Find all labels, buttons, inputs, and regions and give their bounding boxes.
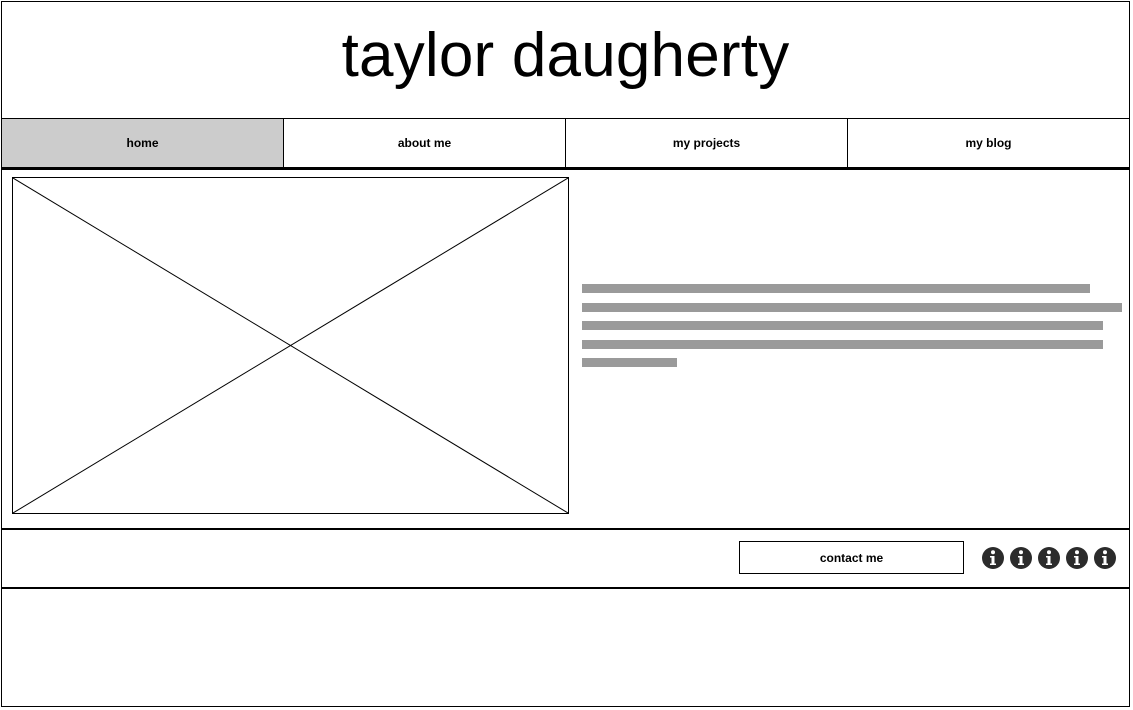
nav-item-home[interactable]: home xyxy=(2,119,284,167)
contact-me-button[interactable]: contact me xyxy=(739,541,964,574)
nav-item-my-blog[interactable]: my blog xyxy=(848,119,1130,167)
image-placeholder-x-icon xyxy=(13,178,568,513)
nav-item-about-me[interactable]: about me xyxy=(284,119,566,167)
text-placeholder-line xyxy=(582,339,1104,349)
info-icon[interactable] xyxy=(1094,547,1116,569)
info-icon[interactable] xyxy=(1010,547,1032,569)
text-placeholder-block xyxy=(582,284,1122,377)
footer-bar: contact me xyxy=(2,530,1129,589)
site-header: taylor daugherty xyxy=(2,2,1129,118)
text-placeholder-line xyxy=(582,321,1104,330)
info-icon[interactable] xyxy=(982,547,1004,569)
page-frame: taylor daugherty home about me my projec… xyxy=(1,1,1130,707)
social-icons xyxy=(982,547,1116,569)
text-placeholder-line xyxy=(582,302,1122,312)
image-placeholder xyxy=(12,177,569,514)
text-placeholder-line xyxy=(582,284,1090,293)
info-icon[interactable] xyxy=(1038,547,1060,569)
main-content xyxy=(2,170,1129,530)
site-title: taylor daugherty xyxy=(341,20,790,90)
main-nav: home about me my projects my blog xyxy=(2,118,1130,170)
bottom-area xyxy=(2,589,1129,706)
info-icon[interactable] xyxy=(1066,547,1088,569)
text-placeholder-line xyxy=(582,358,677,367)
nav-item-my-projects[interactable]: my projects xyxy=(566,119,848,167)
